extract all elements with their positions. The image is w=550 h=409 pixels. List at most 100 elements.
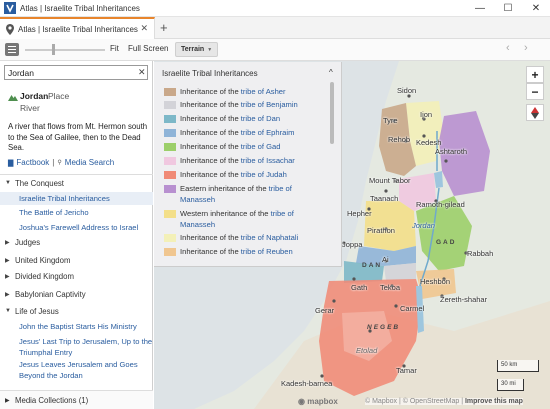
factbook-link[interactable]: Factbook: [16, 158, 49, 167]
sidebar-item-jesus-leaves-jerusalem[interactable]: Jesus Leaves Jerusalem and Goes Beyond t…: [0, 359, 153, 381]
legend-item[interactable]: Inheritance of the tribe of Benjamin: [164, 100, 324, 111]
place-label[interactable]: Ijon: [420, 110, 432, 119]
legend-title: Israelite Tribal Inheritances: [162, 69, 258, 78]
legend-item[interactable]: Inheritance of the tribe of Dan: [164, 114, 324, 125]
place-label[interactable]: Tyre: [383, 116, 398, 125]
place-label[interactable]: Carmel: [400, 304, 424, 313]
category-united-kingdom[interactable]: ▶ United Kingdom: [0, 252, 153, 268]
place-label[interactable]: Ai: [382, 255, 389, 264]
media-search-link[interactable]: Media Search: [65, 158, 114, 167]
minimize-button[interactable]: —: [466, 0, 494, 17]
place-label[interactable]: Gerar: [315, 306, 334, 315]
full-screen-button[interactable]: Full Screen: [128, 44, 168, 53]
place-label[interactable]: Mount Tabor: [369, 176, 411, 185]
place-label[interactable]: Ashtaroth: [435, 147, 467, 156]
place-label[interactable]: Ramoth-gilead: [416, 200, 465, 209]
place-label[interactable]: Kedesh: [416, 138, 441, 147]
legend-label: Inheritance of the tribe of Judah: [180, 170, 287, 179]
tribe-link[interactable]: tribe of Issachar: [241, 156, 295, 165]
zoom-slider-thumb[interactable]: [52, 44, 55, 55]
legend-scrollbar[interactable]: [330, 82, 334, 144]
place-name: Jordan: [20, 91, 49, 101]
place-label-jordan[interactable]: Jordan: [412, 221, 435, 230]
tribe-link[interactable]: tribe of Ephraim: [241, 128, 295, 137]
place-label[interactable]: Rehob: [388, 135, 410, 144]
tribe-link[interactable]: tribe of Asher: [241, 87, 286, 96]
place-label[interactable]: Gath: [351, 283, 367, 292]
media-collections[interactable]: ▶ Media Collections (1): [0, 390, 153, 409]
tab-atlas[interactable]: Atlas | Israelite Tribal Inheritances ✕: [0, 17, 155, 39]
improve-map-link[interactable]: Improve this map: [465, 398, 523, 405]
sidebar-item-john-the-baptist[interactable]: John the Baptist Starts His Ministry: [0, 321, 153, 332]
link-separator: |: [52, 158, 55, 167]
osm-credit-link[interactable]: © OpenStreetMap: [403, 398, 460, 405]
place-label[interactable]: Heshbon: [420, 277, 450, 286]
legend-item[interactable]: Inheritance of the tribe of Issachar: [164, 156, 324, 167]
legend-item[interactable]: Inheritance of the tribe of Naphatali: [164, 233, 324, 244]
legend-swatch: [164, 185, 176, 193]
place-label[interactable]: Taanach: [370, 194, 398, 203]
legend-label: Eastern inheritance of the tribe of Mana…: [180, 184, 292, 204]
sidebar: ✕ Jordan Place River A river that flows …: [0, 61, 153, 409]
sidebar-item-battle-of-jericho[interactable]: The Battle of Jericho: [0, 207, 153, 218]
category-babylonian-captivity[interactable]: ▶ Babylonian Captivity: [0, 286, 153, 302]
compass-icon[interactable]: [526, 104, 544, 121]
terrain-dropdown[interactable]: Terrain ▼: [175, 42, 219, 57]
tribe-link[interactable]: tribe of Naphatali: [241, 233, 298, 242]
category-judges[interactable]: ▶ Judges: [0, 234, 153, 250]
legend-item[interactable]: Eastern inheritance of the tribe of Mana…: [164, 184, 324, 205]
tab-close-icon[interactable]: ✕: [140, 23, 148, 34]
new-tab-button[interactable]: +: [160, 20, 168, 35]
close-window-button[interactable]: ✕: [522, 0, 550, 17]
mapbox-logo: ◉ mapbox: [298, 397, 338, 406]
place-label[interactable]: Pirathon: [367, 226, 395, 235]
category-divided-kingdom[interactable]: ▶ Divided Kingdom: [0, 268, 153, 284]
category-life-of-jesus[interactable]: ▼ Life of Jesus: [0, 303, 153, 319]
menu-icon[interactable]: [5, 43, 19, 56]
forward-arrow-icon[interactable]: ›: [524, 42, 528, 54]
zoom-in-button[interactable]: +: [526, 66, 544, 83]
place-label[interactable]: Tekoa: [380, 283, 400, 292]
sidebar-item-jesus-last-trip[interactable]: Jesus' Last Trip to Jerusalem, Up to the…: [0, 336, 153, 358]
zoom-slider-track[interactable]: [25, 49, 105, 51]
search-input[interactable]: [4, 65, 148, 80]
place-label[interactable]: Joppa: [342, 240, 362, 249]
zoom-out-button[interactable]: −: [526, 83, 544, 100]
collapse-icon[interactable]: ^: [329, 68, 333, 77]
tribe-link[interactable]: tribe of Dan: [241, 114, 280, 123]
legend-swatch: [164, 248, 176, 256]
place-label[interactable]: Tamar: [396, 366, 417, 375]
legend-label: Inheritance of the tribe of Naphatali: [180, 233, 299, 242]
place-subtype: River: [20, 103, 40, 113]
tribe-link[interactable]: tribe of Judah: [241, 170, 287, 179]
legend-item[interactable]: Inheritance of the tribe of Judah: [164, 170, 324, 181]
place-label[interactable]: Kadesh-barnea: [281, 379, 332, 388]
place-label[interactable]: Zereth-shahar: [440, 295, 487, 304]
legend-item[interactable]: Inheritance of the tribe of Ephraim: [164, 128, 324, 139]
mountain-icon: [8, 95, 18, 101]
sidebar-item-joshuas-farewell[interactable]: Joshua's Farewell Address to Israel: [0, 222, 153, 233]
fit-button[interactable]: Fit: [110, 44, 119, 53]
back-arrow-icon[interactable]: ‹: [506, 42, 510, 54]
place-label[interactable]: Etolad: [356, 346, 377, 355]
tribe-link[interactable]: tribe of Gad: [241, 142, 281, 151]
legend-label: Inheritance of the tribe of Issachar: [180, 156, 295, 165]
sidebar-item-israelite-tribal-inheritances[interactable]: Israelite Tribal Inheritances: [0, 192, 153, 205]
place-description: A river that flows from Mt. Hermon south…: [8, 122, 148, 152]
mapbox-credit-link[interactable]: © Mapbox: [365, 398, 397, 405]
legend-item[interactable]: Inheritance of the tribe of Reuben: [164, 247, 324, 258]
tribe-link[interactable]: tribe of Benjamin: [241, 100, 298, 109]
atlas-window: Atlas | Israelite Tribal Inheritances — …: [0, 0, 550, 409]
place-label[interactable]: Sidon: [397, 86, 416, 95]
legend-item[interactable]: Inheritance of the tribe of Gad: [164, 142, 324, 153]
category-the-conquest[interactable]: ▼ The Conquest: [0, 175, 153, 191]
place-label[interactable]: Rabbah: [467, 249, 493, 258]
tribe-link[interactable]: tribe of Reuben: [241, 247, 293, 256]
category-label: Divided Kingdom: [15, 271, 74, 281]
clear-search-icon[interactable]: ✕: [138, 67, 146, 78]
maximize-button[interactable]: ☐: [494, 0, 522, 17]
legend-item[interactable]: Western inheritance of the tribe of Mana…: [164, 209, 324, 230]
legend-label: Western inheritance of the tribe of Mana…: [180, 209, 294, 229]
legend-item[interactable]: Inheritance of the tribe of Asher: [164, 87, 324, 98]
place-label[interactable]: Hepher: [347, 209, 372, 218]
